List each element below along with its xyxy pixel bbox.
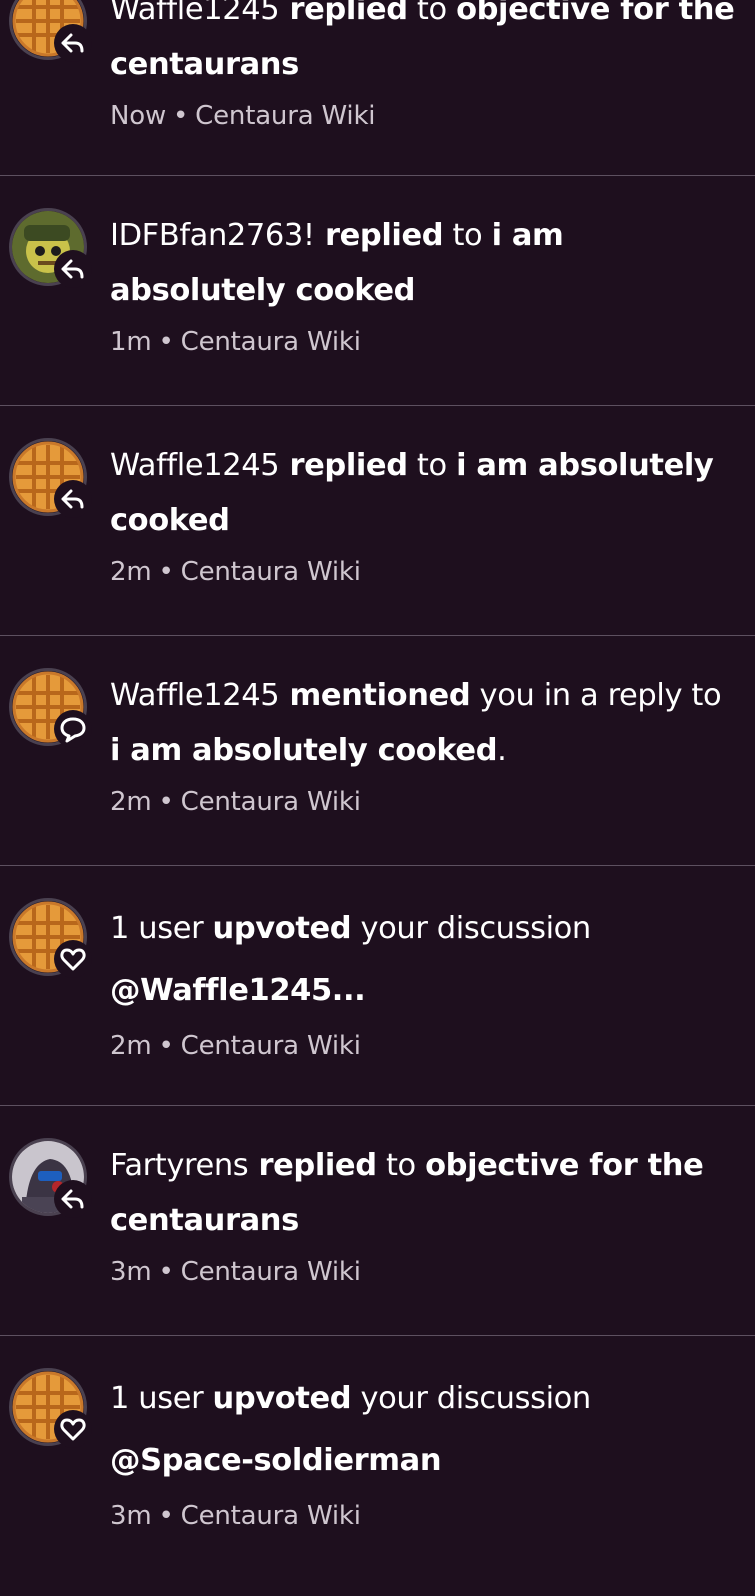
notification-time: 2m: [110, 1031, 152, 1061]
notification-item[interactable]: 1 user upvoted your discussion @Waffle12…: [0, 866, 755, 1106]
heart-icon: [54, 1410, 92, 1448]
separator: •: [158, 1501, 174, 1531]
notification-meta: 2m • Centaura Wiki: [110, 784, 735, 820]
separator: •: [158, 1031, 174, 1061]
notification-time: 3m: [110, 1257, 152, 1287]
wiki-link[interactable]: Centaura Wiki: [181, 1501, 361, 1531]
notification-meta: 3m • Centaura Wiki: [110, 1498, 735, 1534]
notification-time: Now: [110, 101, 167, 131]
separator: •: [158, 327, 174, 357]
separator: •: [158, 787, 174, 817]
notification-meta: 2m • Centaura Wiki: [110, 1028, 735, 1064]
separator: •: [158, 1257, 174, 1287]
notification-list: Waffle1245 replied to objective for the …: [0, 0, 755, 1596]
notification-meta: 1m • Centaura Wiki: [110, 324, 735, 360]
wiki-link[interactable]: Centaura Wiki: [181, 1257, 361, 1287]
notification-text: Waffle1245 replied to i am absolutely co…: [110, 448, 714, 538]
notification-item[interactable]: Waffle1245 replied to objective for the …: [0, 0, 755, 176]
notification-item[interactable]: Waffle1245 replied to i am absolutely co…: [0, 406, 755, 636]
notification-item[interactable]: 1 user upvoted your discussion @Space-so…: [0, 1336, 755, 1596]
notification-item[interactable]: IDFBfan2763! replied to i am absolutely …: [0, 176, 755, 406]
notification-text: Waffle1245 replied to objective for the …: [110, 0, 735, 82]
notification-item[interactable]: Fartyrens replied to objective for the c…: [0, 1106, 755, 1336]
wiki-link[interactable]: Centaura Wiki: [195, 101, 375, 131]
notification-text: Fartyrens replied to objective for the c…: [110, 1148, 704, 1238]
reply-icon: [54, 24, 92, 62]
wiki-link[interactable]: Centaura Wiki: [181, 787, 361, 817]
notification-time: 3m: [110, 1501, 152, 1531]
notification-meta: 2m • Centaura Wiki: [110, 554, 735, 590]
notification-item[interactable]: Waffle1245 mentioned you in a reply to i…: [0, 636, 755, 866]
notification-time: 2m: [110, 787, 152, 817]
notification-text: IDFBfan2763! replied to i am absolutely …: [110, 218, 564, 308]
heart-icon: [54, 940, 92, 978]
wiki-link[interactable]: Centaura Wiki: [181, 557, 361, 587]
separator: •: [158, 557, 174, 587]
reply-icon: [54, 250, 92, 288]
notification-time: 2m: [110, 557, 152, 587]
mention-icon: [54, 710, 92, 748]
wiki-link[interactable]: Centaura Wiki: [181, 327, 361, 357]
notification-meta: Now • Centaura Wiki: [110, 98, 735, 134]
notification-text: Waffle1245 mentioned you in a reply to i…: [110, 678, 722, 768]
reply-icon: [54, 1180, 92, 1218]
notification-text: 1 user upvoted your discussion @Space-so…: [110, 1381, 591, 1478]
wiki-link[interactable]: Centaura Wiki: [181, 1031, 361, 1061]
separator: •: [173, 101, 189, 131]
notification-meta: 3m • Centaura Wiki: [110, 1254, 735, 1290]
notification-text: 1 user upvoted your discussion @Waffle12…: [110, 911, 591, 1008]
notification-time: 1m: [110, 327, 152, 357]
reply-icon: [54, 480, 92, 518]
